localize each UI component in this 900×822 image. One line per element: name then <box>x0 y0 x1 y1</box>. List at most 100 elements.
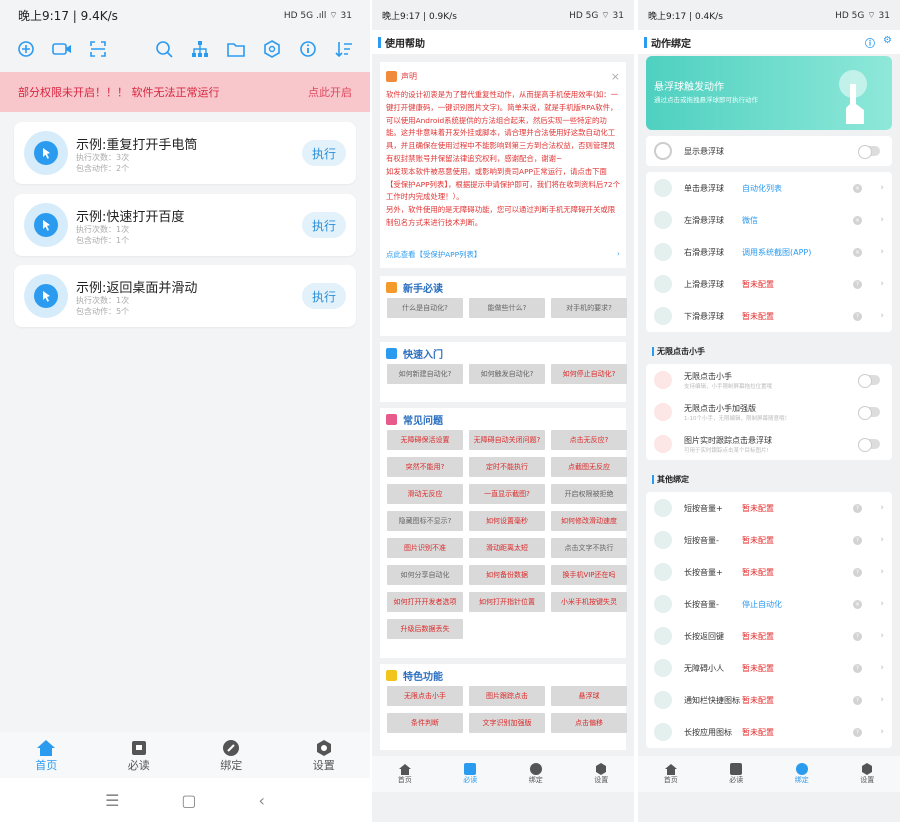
help-topic-button[interactable]: 如何新建自动化? <box>387 364 463 384</box>
help-icon[interactable]: ? <box>853 535 862 545</box>
help-topic-button[interactable]: 如何停止自动化? <box>551 364 627 384</box>
help-topic-button[interactable]: 如何触发自动化? <box>469 364 545 384</box>
search-icon[interactable] <box>153 38 175 60</box>
binding-row[interactable]: 长按应用图标 暂未配置? › <box>646 716 892 748</box>
help-topic-button[interactable]: 滑动距离太短 <box>469 538 545 558</box>
help-topic-button[interactable]: 换手机VIP还在吗 <box>551 565 627 585</box>
toggle-switch[interactable] <box>858 374 880 388</box>
binding-row[interactable]: 无限点击小手 支持编辑，小手限制屏幕拖拉位置哦 <box>646 364 892 396</box>
help-topic-button[interactable]: 图片识别不准 <box>387 538 463 558</box>
folder-icon[interactable] <box>225 38 247 60</box>
help-topic-button[interactable]: 能做些什么? <box>469 298 545 318</box>
help-topic-button[interactable]: 点击偏移 <box>551 713 627 733</box>
binding-row[interactable]: 长按音量- 停止自动化 × › <box>646 588 892 620</box>
help-topic-button[interactable]: 如何分享自动化 <box>387 565 463 585</box>
settings-icon[interactable]: ⚙ <box>883 35 892 50</box>
automation-card[interactable]: 示例:返回桌面并滑动 执行次数：1次 包含动作：5个 执行 <box>14 265 356 327</box>
help-icon[interactable]: ? <box>853 663 862 673</box>
binding-row[interactable]: 图片实时跟踪点击悬浮球 可用于实时跟踪点击某个目标图片! <box>646 428 892 460</box>
help-icon[interactable]: ? <box>853 503 862 513</box>
tab-must-read[interactable]: 必读 <box>93 732 186 780</box>
back-nav-icon[interactable]: ‹ <box>259 791 265 810</box>
help-topic-button[interactable]: 滑动无反应 <box>387 484 463 504</box>
binding-row[interactable]: 短按音量+ 暂未配置? › <box>646 492 892 524</box>
menu-nav-icon[interactable]: ☰ <box>105 791 119 810</box>
tab-must-read[interactable]: 必读 <box>438 756 504 792</box>
close-icon[interactable]: × <box>611 70 620 83</box>
binding-row[interactable]: 长按返回键 暂未配置? › <box>646 620 892 652</box>
help-topic-button[interactable]: 什么是自动化? <box>387 298 463 318</box>
tab-home[interactable]: 首页 <box>372 756 438 792</box>
help-icon[interactable]: ? <box>853 631 862 641</box>
help-topic-button[interactable]: 一直显示截图? <box>469 484 545 504</box>
show-ball-row[interactable]: 显示悬浮球 <box>646 136 892 166</box>
home-nav-icon[interactable]: ▢ <box>181 791 196 810</box>
help-topic-button[interactable]: 文字识别加强版 <box>469 713 545 733</box>
binding-row[interactable]: 通知栏快捷图标 暂未配置? › <box>646 684 892 716</box>
clear-icon[interactable]: × <box>853 183 862 193</box>
help-topic-button[interactable]: 无障碍保活设置 <box>387 430 463 450</box>
clear-icon[interactable]: × <box>853 215 862 225</box>
clear-icon[interactable]: × <box>853 599 862 609</box>
help-topic-button[interactable]: 隐藏图标不显示? <box>387 511 463 531</box>
help-topic-button[interactable]: 如何设置毫秒 <box>469 511 545 531</box>
binding-row[interactable]: 下滑悬浮球 暂未配置? › <box>646 300 892 332</box>
help-icon[interactable]: ⓘ <box>865 35 875 50</box>
sort-icon[interactable] <box>333 38 355 60</box>
tab-home[interactable]: 首页 <box>0 732 93 780</box>
tab-home[interactable]: 首页 <box>638 756 704 792</box>
help-topic-button[interactable]: 条件判断 <box>387 713 463 733</box>
help-topic-button[interactable]: 无限点击小手 <box>387 686 463 706</box>
help-topic-button[interactable]: 图片跟踪点击 <box>469 686 545 706</box>
help-topic-button[interactable]: 如何打开指针位置 <box>469 592 545 612</box>
run-button[interactable]: 执行 <box>302 140 346 166</box>
tab-must-read[interactable]: 必读 <box>704 756 770 792</box>
tab-settings[interactable]: 设置 <box>835 756 900 792</box>
help-topic-button[interactable]: 突然不能用? <box>387 457 463 477</box>
tree-icon[interactable] <box>189 38 211 60</box>
clear-icon[interactable]: × <box>853 247 862 257</box>
show-ball-toggle[interactable] <box>858 145 880 159</box>
help-topic-button[interactable]: 如何备份数据 <box>469 565 545 585</box>
help-topic-button[interactable]: 开启权限被拒绝 <box>551 484 627 504</box>
help-topic-button[interactable]: 如何打开开发者选项 <box>387 592 463 612</box>
help-icon[interactable]: ? <box>853 727 862 737</box>
binding-row[interactable]: 上滑悬浮球 暂未配置? › <box>646 268 892 300</box>
binding-row[interactable]: 左滑悬浮球 微信 × › <box>646 204 892 236</box>
automation-card[interactable]: 示例:快速打开百度 执行次数：1次 包含动作：1个 执行 <box>14 194 356 256</box>
tab-binding[interactable]: 绑定 <box>769 756 835 792</box>
scan-icon[interactable] <box>87 38 109 60</box>
help-icon[interactable]: ? <box>853 567 862 577</box>
binding-row[interactable]: 短按音量- 暂未配置? › <box>646 524 892 556</box>
help-topic-button[interactable]: 点截图无反应 <box>551 457 627 477</box>
help-topic-button[interactable]: 升级后数据丢失 <box>387 619 463 639</box>
help-topic-button[interactable]: 点击无反应? <box>551 430 627 450</box>
info-icon[interactable] <box>297 38 319 60</box>
help-topic-button[interactable]: 小米手机按键失灵 <box>551 592 627 612</box>
toggle-switch[interactable] <box>858 406 880 420</box>
help-icon[interactable]: ? <box>853 695 862 705</box>
binding-row[interactable]: 长按音量+ 暂未配置? › <box>646 556 892 588</box>
help-topic-button[interactable]: 定时不能执行 <box>469 457 545 477</box>
record-icon[interactable] <box>51 38 73 60</box>
help-icon[interactable]: ? <box>853 311 862 321</box>
tab-settings[interactable]: 设置 <box>569 756 635 792</box>
add-icon[interactable] <box>15 38 37 60</box>
binding-row[interactable]: 右滑悬浮球 调用系统截图(APP) × › <box>646 236 892 268</box>
binding-row[interactable]: 单击悬浮球 自动化列表 × › <box>646 172 892 204</box>
help-topic-button[interactable]: 如何修改滑动速度 <box>551 511 627 531</box>
binding-row[interactable]: 无限点击小手加强版 1-10个小手，无限编辑，限制屏幕随意哦！ <box>646 396 892 428</box>
run-button[interactable]: 执行 <box>302 212 346 238</box>
help-topic-button[interactable]: 对手机的要求? <box>551 298 627 318</box>
tab-binding[interactable]: 绑定 <box>503 756 569 792</box>
settings-hex-icon[interactable] <box>261 38 283 60</box>
automation-card[interactable]: 示例:重复打开手电筒 执行次数：3次 包含动作：2个 执行 <box>14 122 356 184</box>
toggle-switch[interactable] <box>858 438 880 452</box>
protected-apps-link[interactable]: 点此查看【受保护APP列表】 › <box>380 249 626 260</box>
help-topic-button[interactable]: 点击文字不执行 <box>551 538 627 558</box>
help-topic-button[interactable]: 悬浮球 <box>551 686 627 706</box>
help-topic-button[interactable]: 无障碍自动关闭问题? <box>469 430 545 450</box>
tab-settings[interactable]: 设置 <box>278 732 371 780</box>
enable-permission-link[interactable]: 点此开启 <box>308 84 352 100</box>
binding-row[interactable]: 无障碍小人 暂未配置? › <box>646 652 892 684</box>
